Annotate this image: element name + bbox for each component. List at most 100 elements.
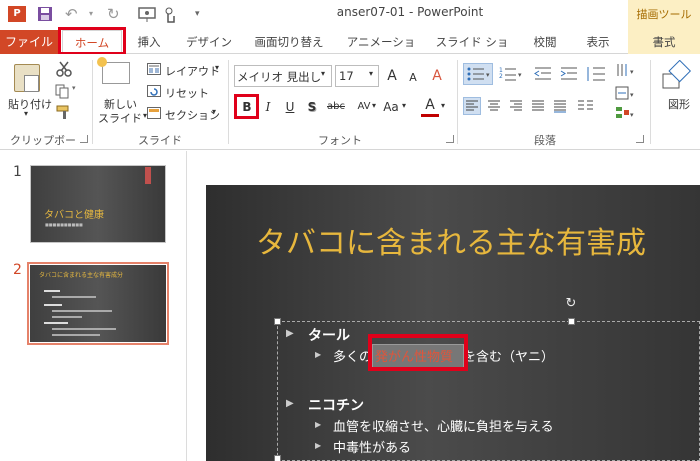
- increase-indent-icon[interactable]: [559, 65, 579, 83]
- tab-transitions[interactable]: 画面切り替え: [250, 30, 328, 54]
- tab-design[interactable]: デザイン: [184, 30, 234, 54]
- text-direction-icon[interactable]: ▾: [614, 62, 638, 80]
- layout-icon[interactable]: [147, 63, 161, 75]
- sub-bullet-icon: ▶: [315, 420, 322, 429]
- line-spacing-icon[interactable]: [585, 65, 607, 83]
- present-from-start-icon[interactable]: [138, 6, 156, 22]
- thumbnail-1-subtitle: ■■■■■■■■■■: [45, 222, 83, 227]
- tab-view[interactable]: 表示: [578, 30, 618, 54]
- align-left-button[interactable]: [463, 97, 481, 115]
- font-color-dropdown-icon[interactable]: ▾: [441, 101, 445, 110]
- align-text-icon[interactable]: ▾: [614, 85, 638, 101]
- font-size-value[interactable]: 17: [339, 69, 354, 83]
- align-center-button[interactable]: [486, 98, 502, 114]
- svg-text:▾: ▾: [518, 71, 522, 79]
- sub-bullet-text-after[interactable]: を含む（ヤニ）: [463, 346, 554, 365]
- bullet-heading-nicotine[interactable]: ニコチン: [308, 395, 364, 415]
- svg-text:▾: ▾: [486, 71, 490, 79]
- font-name-value[interactable]: メイリオ 見出し: [237, 69, 321, 85]
- sub-bullet-text-before[interactable]: 多くの: [333, 346, 372, 365]
- change-case-button[interactable]: Aa: [380, 98, 402, 116]
- redo-icon[interactable]: ↻: [107, 6, 123, 22]
- slide-title[interactable]: タバコに含まれる主な有害成: [256, 218, 646, 262]
- reset-icon[interactable]: [147, 85, 161, 97]
- font-dialog-launcher-icon[interactable]: [446, 135, 454, 143]
- distributed-button[interactable]: [552, 98, 568, 114]
- underline-button[interactable]: U: [281, 98, 299, 116]
- shrink-font-button[interactable]: A: [404, 69, 422, 87]
- tab-slideshow[interactable]: スライド ショー: [434, 30, 510, 73]
- numbering-button[interactable]: 1 2 ▾: [498, 65, 526, 83]
- justify-button[interactable]: [530, 98, 546, 114]
- bullet-heading-tar[interactable]: タール: [308, 325, 350, 345]
- font-size-dropdown-icon[interactable]: ▾: [369, 69, 373, 78]
- new-slide-icon[interactable]: [97, 57, 130, 84]
- format-painter-icon[interactable]: [56, 104, 72, 120]
- convert-to-smartart-icon[interactable]: ▾: [614, 105, 638, 121]
- undo-dropdown-icon[interactable]: ▾: [89, 6, 105, 22]
- rotate-handle-icon[interactable]: ↻: [564, 297, 578, 311]
- copy-dropdown-icon[interactable]: ▾: [72, 84, 76, 92]
- cut-icon[interactable]: [56, 61, 72, 77]
- decrease-indent-icon[interactable]: [533, 65, 553, 83]
- selection-highlight-frame: [368, 334, 468, 371]
- clipboard-dialog-launcher-icon[interactable]: [80, 135, 88, 143]
- bullets-button[interactable]: ▾: [463, 63, 493, 85]
- character-spacing-dropdown-icon[interactable]: ▾: [372, 101, 376, 110]
- paragraph-group-label: 段落: [534, 134, 556, 147]
- paste-icon[interactable]: [14, 64, 40, 92]
- thumbnail-number-2: 2: [13, 262, 22, 278]
- tab-file[interactable]: ファイル: [0, 30, 58, 54]
- shadow-button[interactable]: S: [303, 98, 321, 116]
- paste-dropdown-icon[interactable]: ▾: [24, 109, 28, 118]
- sub-bullet-nicotine-2[interactable]: 中毒性がある: [333, 437, 411, 456]
- reset-button[interactable]: リセット: [165, 85, 209, 101]
- svg-text:▾: ▾: [630, 91, 634, 99]
- tab-animations[interactable]: アニメーション: [346, 30, 416, 73]
- section-icon[interactable]: [147, 107, 161, 119]
- paragraph-dialog-launcher-icon[interactable]: [636, 135, 644, 143]
- italic-button[interactable]: I: [259, 98, 277, 116]
- resize-handle[interactable]: [568, 318, 575, 325]
- section-dropdown-icon[interactable]: ▾: [212, 107, 216, 116]
- tab-review[interactable]: 校閲: [528, 30, 562, 54]
- group-divider: [228, 60, 229, 144]
- group-divider: [92, 60, 93, 144]
- group-divider: [457, 60, 458, 144]
- change-case-dropdown-icon[interactable]: ▾: [402, 101, 406, 110]
- layout-button[interactable]: レイアウト: [165, 63, 220, 79]
- sub-bullet-nicotine-1[interactable]: 血管を収縮させ、心臓に負担を与える: [333, 416, 554, 435]
- layout-dropdown-icon[interactable]: ▾: [215, 63, 219, 72]
- shapes-icon[interactable]: [660, 59, 692, 92]
- thumbnail-text-line: [52, 296, 96, 298]
- qat-customize-icon[interactable]: ▾: [195, 6, 211, 22]
- thumbnail-text-line: [52, 310, 112, 312]
- thumbnail-accent-bar: [145, 167, 151, 184]
- slides-group-label: スライド: [138, 134, 182, 147]
- align-right-button[interactable]: [508, 98, 524, 114]
- columns-icon[interactable]: [576, 98, 596, 114]
- font-color-button[interactable]: A: [421, 96, 439, 114]
- paste-label[interactable]: 貼り付け: [8, 96, 52, 112]
- tab-format[interactable]: 書式: [628, 30, 700, 54]
- thumbnail-2-title: タバコに含まれる主な有害成分: [39, 272, 124, 279]
- svg-text:2: 2: [499, 73, 503, 80]
- strikethrough-button[interactable]: abc: [325, 98, 347, 116]
- bullet-icon: ▶: [286, 328, 294, 339]
- copy-icon[interactable]: [54, 83, 70, 99]
- thumbnail-text-line: [44, 304, 62, 306]
- touch-mode-icon[interactable]: [162, 6, 178, 23]
- tab-insert[interactable]: 挿入: [132, 30, 166, 54]
- resize-handle[interactable]: [274, 318, 281, 325]
- clear-formatting-button[interactable]: A: [428, 67, 446, 85]
- font-name-dropdown-icon[interactable]: ▾: [321, 69, 325, 78]
- resize-handle[interactable]: [274, 455, 281, 461]
- shapes-button[interactable]: 図形: [668, 96, 690, 112]
- grow-font-button[interactable]: A: [383, 67, 401, 85]
- sub-bullet-icon: ▶: [315, 350, 322, 359]
- drawing-tools-label: 描画ツール: [628, 0, 700, 30]
- undo-icon[interactable]: ↶: [65, 6, 81, 22]
- save-icon[interactable]: [37, 6, 53, 22]
- svg-text:▾: ▾: [630, 68, 634, 76]
- new-slide-label-line2[interactable]: スライド: [98, 110, 142, 126]
